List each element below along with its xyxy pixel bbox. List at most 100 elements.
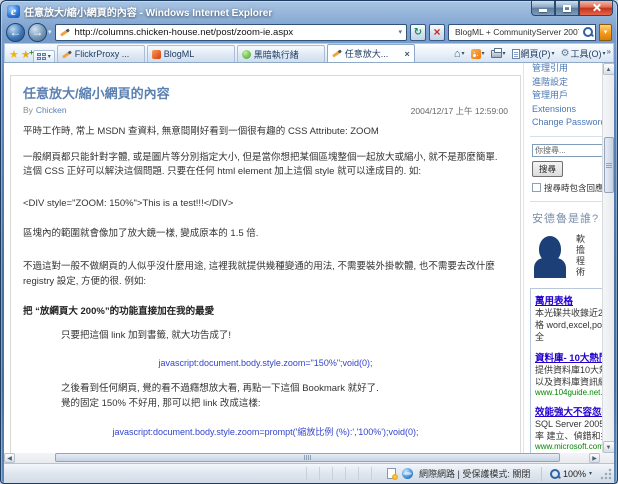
page-dropdown-icon[interactable]: ▾ — [552, 50, 555, 57]
scroll-down-button[interactable]: ▼ — [602, 441, 614, 453]
minimize-button[interactable] — [531, 1, 555, 16]
stop-button[interactable]: × — [429, 23, 445, 41]
darkthread-favicon — [241, 49, 251, 59]
horizontal-scroll-track[interactable] — [15, 453, 589, 463]
sidebar-link-manage-trackbacks[interactable]: 管理引用 — [532, 63, 602, 76]
url-input[interactable] — [72, 25, 394, 39]
page-security-report-icon[interactable] — [387, 468, 398, 480]
tab-label: 黑暗執行緒 — [253, 49, 299, 60]
feeds-button[interactable] — [470, 48, 481, 59]
blog-search-section: 搜尋 搜尋時包含回應 — [530, 137, 602, 202]
article-title: 任意放大/縮小網頁的內容 — [23, 86, 170, 101]
ad-title-link[interactable]: 萬用表格 — [535, 293, 602, 307]
author-link[interactable]: Chicken — [36, 105, 67, 117]
sidebar-link-advanced-settings[interactable]: 進階設定 — [532, 76, 602, 90]
command-bar: ⌂ ▾ ▾ ▾ 網頁(P) ▾ ⚙ 工具(O) ▾ » — [454, 47, 611, 62]
status-bar: 網際網路 | 受保護模式: 關閉 100% ▾ — [4, 463, 614, 483]
internet-zone-globe-icon — [402, 468, 413, 479]
address-field-container: ▾ — [54, 23, 407, 41]
minimize-icon — [539, 8, 547, 12]
search-icon[interactable] — [583, 27, 593, 37]
horizontal-scrollbar[interactable]: ◀ ▶ — [4, 453, 614, 463]
ad-title-link[interactable]: 資料庫- 10大熱門 — [535, 350, 602, 364]
page-pencil-icon — [59, 27, 70, 37]
blog-search-button[interactable]: 搜尋 — [532, 160, 564, 177]
include-comments-label: 搜尋時包含回應 — [544, 182, 602, 193]
about-author-section: 安德魯是誰? 軟 擔 程 術 — [530, 202, 602, 286]
address-dropdown-icon[interactable]: ▾ — [396, 28, 404, 36]
scroll-right-button[interactable]: ▶ — [589, 453, 600, 463]
add-favorite-star-icon: ★ — [20, 49, 31, 61]
vertical-scroll-track[interactable] — [603, 75, 615, 441]
paragraph: 平時工作時, 常上 MSDN 查資料, 無意間剛好看到一個很有趣的 CSS At… — [23, 126, 379, 137]
tab-bar: ★ ★ ▾ FlickrProxy ... BlogML 黑暗執行緒 任意放大.… — [4, 43, 614, 62]
zoom-control[interactable]: 100% ▾ — [546, 468, 596, 479]
ad-title-link[interactable]: 效能強大不容忽視 — [535, 404, 602, 418]
status-right: 100% ▾ — [540, 466, 612, 481]
tools-menu-button[interactable]: 工具(O) — [571, 47, 602, 60]
vertical-scroll-thumb[interactable] — [603, 137, 614, 193]
ad-item: 資料庫- 10大熱門 提供資料庫10大熱 以及資料庫資訊網 www.104gui… — [535, 350, 602, 397]
zoom-dropdown-icon[interactable]: ▾ — [589, 470, 592, 477]
tab-zoom-article-active[interactable]: 任意放大... × — [326, 44, 415, 62]
tab-label: BlogML — [163, 49, 195, 59]
maximize-button[interactable] — [555, 1, 579, 16]
author-avatar — [532, 233, 568, 278]
sidebar: 管理引用 進階設定 管理用戶 Extensions Change Passwor… — [523, 63, 602, 453]
vertical-scrollbar[interactable]: ▲ ▼ — [602, 63, 614, 453]
article-column: 任意放大/縮小網頁的內容 By Chicken 2004/12/17 上午 12… — [4, 63, 523, 453]
scroll-left-button[interactable]: ◀ — [4, 453, 15, 463]
refresh-button[interactable]: ↻ — [410, 23, 426, 41]
code-sample: <DIV style="ZOOM: 150%">This is a test!!… — [23, 198, 234, 210]
recent-pages-dropdown[interactable]: ▾ — [48, 28, 52, 36]
print-dropdown-icon[interactable]: ▾ — [503, 50, 506, 57]
more-toolbar-chevron-icon[interactable]: » — [607, 47, 611, 56]
include-comments-checkbox[interactable] — [532, 183, 541, 192]
sidebar-link-manage-users[interactable]: 管理用戶 — [532, 89, 602, 103]
print-button[interactable] — [490, 47, 502, 58]
tools-gear-icon: ⚙ — [560, 48, 570, 59]
home-dropdown-icon[interactable]: ▾ — [462, 50, 465, 57]
tab-flickrproxy[interactable]: FlickrProxy ... — [56, 45, 145, 62]
tab-darkthread[interactable]: 黑暗執行緒 — [236, 45, 325, 62]
refresh-icon: ↻ — [413, 26, 423, 38]
search-options-button[interactable]: ▾ — [599, 23, 612, 41]
paragraph: 覺的固定 150% 不好用, 那可以把 link 改成這樣: — [61, 397, 261, 409]
close-tab-icon[interactable]: × — [405, 49, 410, 59]
zoom-icon — [549, 468, 560, 479]
resize-grip[interactable] — [600, 467, 612, 480]
ads-section: 萬用表格 本光碟共收錄近20 格 word,excel,pow 全 資料庫- 1… — [530, 287, 602, 453]
feeds-dropdown-icon[interactable]: ▾ — [482, 50, 485, 57]
close-button[interactable] — [579, 1, 613, 16]
ad-item: 萬用表格 本光碟共收錄近20 格 word,excel,pow 全 — [535, 293, 602, 343]
search-input[interactable] — [453, 26, 581, 38]
bookmarklet-link-prompt[interactable]: javascript:document.body.style.zoom=prom… — [23, 425, 508, 438]
back-button[interactable]: ← — [6, 22, 25, 42]
home-button[interactable]: ⌂ — [454, 48, 461, 60]
tab-blogml[interactable]: BlogML — [146, 45, 235, 62]
scroll-up-button[interactable]: ▲ — [602, 63, 614, 75]
zoom-level: 100% — [562, 468, 586, 479]
page-menu-button[interactable]: 網頁(P) — [521, 47, 551, 60]
paragraph: 不過這對一般不做網頁的人似乎沒什麼用途, 這裡我就提供幾種變通的用法, 不需要裝… — [23, 260, 495, 287]
blog-search-input[interactable] — [532, 143, 602, 157]
sidebar-link-extensions[interactable]: Extensions — [532, 103, 602, 117]
post-date: 2004/12/17 上午 12:59:00 — [410, 106, 508, 116]
favorites-star-icon: ★ — [9, 49, 19, 61]
forward-button[interactable]: → — [28, 22, 47, 42]
about-author-title: 安德魯是誰? — [532, 212, 600, 225]
tools-dropdown-icon[interactable]: ▾ — [603, 50, 606, 57]
thumb-grip-icon — [605, 162, 612, 168]
add-favorite-button[interactable]: ★ — [20, 46, 34, 62]
horizontal-scroll-thumb[interactable] — [55, 453, 560, 462]
quick-tabs-button[interactable]: ▾ — [32, 50, 55, 62]
sidebar-link-change-password[interactable]: Change Password — [532, 116, 602, 130]
bookmarklet-link-150[interactable]: javascript:document.body.style.zoom="150… — [23, 358, 508, 368]
include-comments-row: 搜尋時包含回應 — [532, 182, 602, 194]
search-field-container — [448, 23, 596, 41]
ad-url: www.microsoft.com/taiw — [535, 441, 602, 451]
admin-links-section: 管理引用 進階設定 管理用戶 Extensions Change Passwor… — [530, 63, 602, 137]
paragraph: 一般網頁都只能針對字體, 或是圖片等分別指定大小, 但是當你想把某個區塊整個一起… — [23, 151, 498, 178]
favorites-center-button[interactable]: ★ — [9, 48, 19, 62]
maximize-icon — [563, 4, 571, 12]
